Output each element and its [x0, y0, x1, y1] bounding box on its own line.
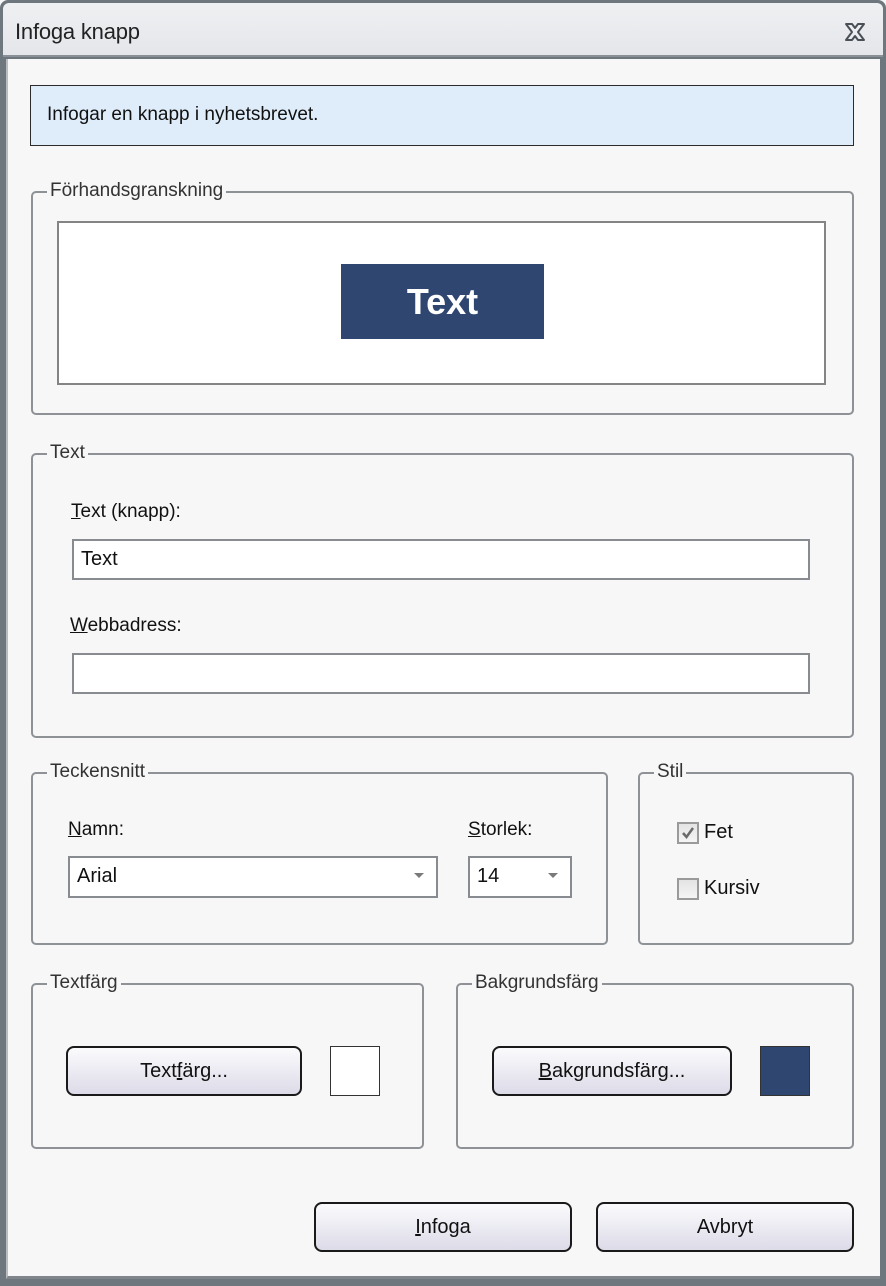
- italic-checkbox[interactable]: Kursiv: [677, 877, 760, 900]
- preview-button-text: Text: [406, 280, 479, 322]
- font-name-dropdown[interactable]: Arial: [68, 856, 438, 898]
- bg-color-swatch: [760, 1046, 810, 1096]
- bg-color-group-legend: Bakgrundsfärg: [472, 972, 602, 994]
- text-group-legend: Text: [47, 442, 88, 464]
- style-group: Stil: [638, 761, 854, 945]
- preview-group-legend: Förhandsgranskning: [47, 180, 227, 202]
- title-bar[interactable]: Infoga knapp: [3, 3, 883, 57]
- bold-checkbox-label: Fet: [704, 821, 733, 843]
- cancel-button[interactable]: Avbryt: [596, 1202, 854, 1252]
- info-text: Infogar en knapp i nyhetsbrevet.: [47, 104, 319, 125]
- font-name-label: Namn:: [68, 819, 124, 840]
- chevron-down-icon: [548, 873, 558, 878]
- font-group-legend: Teckensnitt: [47, 761, 149, 783]
- text-group: Text: [31, 442, 854, 738]
- checkmark-icon: [682, 826, 695, 839]
- close-button[interactable]: [843, 21, 867, 43]
- chevron-down-icon: [414, 873, 424, 878]
- url-label: Webbadress:: [70, 615, 182, 636]
- text-color-swatch: [330, 1046, 380, 1096]
- italic-checkbox-box[interactable]: [677, 877, 699, 900]
- button-text-label: Text (knapp):: [71, 501, 181, 522]
- style-group-legend: Stil: [654, 761, 687, 783]
- info-banner: Infogar en knapp i nyhetsbrevet.: [30, 85, 854, 146]
- close-x-icon: [845, 23, 865, 41]
- text-color-button[interactable]: Text f ärg...: [66, 1046, 302, 1096]
- bold-checkbox-box[interactable]: [677, 821, 699, 844]
- font-size-value: 14: [477, 865, 500, 887]
- dialog-title: Infoga knapp: [15, 19, 140, 44]
- insert-button[interactable]: Infoga: [314, 1202, 572, 1252]
- italic-checkbox-label: Kursiv: [704, 877, 760, 899]
- url-input[interactable]: [72, 653, 810, 694]
- font-size-dropdown[interactable]: 14: [468, 856, 572, 898]
- preview-button: Text: [341, 264, 544, 339]
- font-name-value: Arial: [77, 865, 118, 887]
- text-color-group-legend: Textfärg: [47, 972, 121, 994]
- bg-color-button[interactable]: Bakgrundsfärg...: [492, 1046, 732, 1096]
- button-text-input[interactable]: [72, 539, 810, 580]
- font-size-label: Storlek:: [468, 819, 533, 840]
- bold-checkbox[interactable]: Fet: [677, 821, 733, 844]
